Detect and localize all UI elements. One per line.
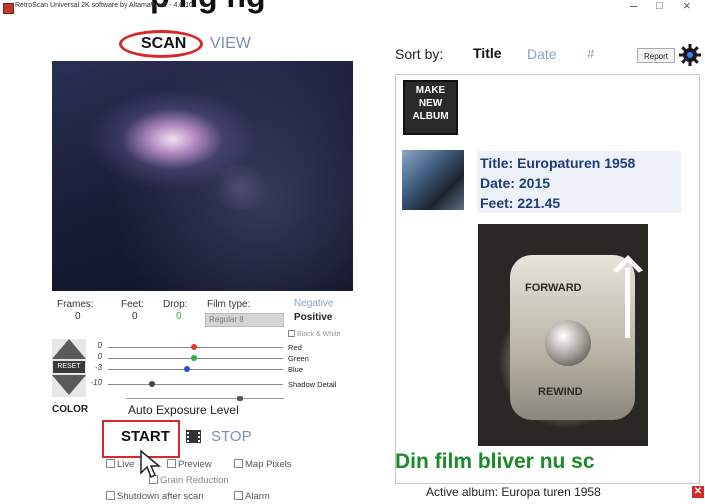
slider-label-blue: Blue [288, 365, 304, 374]
map-pixels-checkbox-label: Map Pixels [245, 459, 292, 470]
auto-exposure-label: Auto Exposure Level [128, 403, 239, 417]
minimize-button[interactable]: – [630, 0, 637, 13]
make-album-line2: NEW [418, 98, 443, 109]
sort-by-date[interactable]: Date [527, 46, 557, 62]
preview-checkbox[interactable]: Preview [167, 459, 212, 470]
filmtype-select[interactable]: Regular 8 [205, 313, 284, 327]
positive-option[interactable]: Positive [294, 312, 332, 323]
frames-label: Frames: [57, 299, 94, 310]
bw-checkbox[interactable]: Black & White [288, 330, 341, 338]
slider-label-green: Green [288, 354, 309, 363]
active-album-label: Active album: Europa turen 1958 [426, 485, 601, 499]
report-button[interactable]: Report [637, 48, 675, 63]
slider-value-green: 0 [97, 352, 102, 361]
close-button[interactable]: × [683, 0, 691, 13]
sort-label: Sort by: [395, 46, 444, 62]
preview-lens-flare [210, 165, 270, 210]
live-checkbox-label: Live [117, 459, 135, 470]
slider-track-shadow[interactable] [108, 384, 283, 385]
map-pixels-checkbox-box[interactable] [234, 459, 243, 468]
bw-checkbox-label: Black & White [297, 331, 341, 338]
bw-checkbox-box[interactable] [288, 330, 295, 337]
shutdown-checkbox-label: Shutdown after scan [117, 491, 204, 502]
arrow-up-icon[interactable] [52, 339, 86, 359]
album-info[interactable]: Title: Europaturen 1958 Date: 2015 Feet:… [477, 151, 681, 213]
forward-engraving: FORWARD [525, 282, 582, 294]
overlay-caption: Din film bliver nu sc [395, 450, 595, 473]
grain-reduction-checkbox-label: Grain Reduction [160, 475, 229, 486]
arrow-down-icon[interactable] [52, 375, 86, 395]
alarm-checkbox-label: Alarm [245, 491, 270, 502]
slider-track-blue[interactable] [108, 369, 283, 370]
film-icon-svg [186, 431, 201, 443]
shutdown-checkbox-box[interactable] [106, 491, 115, 500]
close-album-icon[interactable]: ✕ [692, 486, 704, 498]
mouse-cursor-icon [140, 449, 162, 479]
slider-value-blue: -3 [94, 363, 102, 372]
drop-value: 0 [176, 311, 182, 322]
slider-thumb-red[interactable] [190, 344, 197, 350]
shutdown-checkbox[interactable]: Shutdown after scan [106, 491, 204, 502]
sort-by-title[interactable]: Title [473, 45, 502, 61]
slider-thumb-green[interactable] [190, 355, 197, 361]
filmtype-label: Film type: [207, 299, 251, 310]
tab-scan[interactable]: SCAN [141, 35, 186, 53]
live-checkbox[interactable]: Live [106, 459, 134, 470]
slider-thumb-blue[interactable] [183, 366, 190, 372]
drop-label: Drop: [163, 299, 188, 310]
feet-value: 0 [132, 311, 138, 322]
feet-label: Feet: [121, 299, 144, 310]
preview-checkbox-box[interactable] [167, 459, 176, 468]
album-date: Date: 2015 [480, 175, 551, 191]
live-checkbox-box[interactable] [106, 459, 115, 468]
album-feet: Feet: 221.45 [480, 195, 561, 211]
make-album-line3: ALBUM [412, 111, 449, 122]
gear-icon-svg [679, 44, 701, 66]
slider-label-red: Red [288, 343, 302, 352]
start-button[interactable]: START [121, 428, 170, 445]
sort-by-number[interactable]: # [587, 46, 594, 61]
maximize-button[interactable]: □ [656, 0, 663, 12]
color-label: COLOR [52, 404, 89, 415]
negative-option[interactable]: Negative [294, 298, 333, 309]
scan-preview-image [52, 61, 353, 291]
gear-icon[interactable] [679, 44, 701, 70]
auto-exposure-thumb[interactable] [236, 396, 243, 401]
album-title: Title: Europaturen 1958 [480, 155, 636, 171]
switch-knob [545, 320, 591, 366]
preview-checkbox-label: Preview [178, 459, 212, 470]
album-thumbnail[interactable] [402, 150, 464, 210]
slider-thumb-shadow[interactable] [148, 381, 155, 387]
auto-exposure-track[interactable] [126, 398, 284, 399]
make-album-line1: MAKE [415, 85, 446, 96]
slider-label-shadow: Shadow Detail [288, 380, 337, 389]
alarm-checkbox[interactable]: Alarm [234, 491, 270, 502]
make-new-album-button[interactable]: MAKE NEW ALBUM [403, 80, 458, 135]
film-icon [186, 430, 201, 443]
app-icon [3, 3, 14, 14]
stop-button[interactable]: STOP [211, 428, 252, 445]
frames-value: 0 [75, 311, 81, 322]
alarm-checkbox-box[interactable] [234, 491, 243, 500]
map-pixels-checkbox[interactable]: Map Pixels [234, 459, 291, 470]
slider-value-red: 0 [97, 341, 102, 350]
window-title: RetroScan Universal 2K software by Altam… [15, 2, 193, 9]
slider-value-shadow: -10 [90, 378, 102, 387]
reset-button[interactable]: RESET [53, 361, 85, 373]
tab-view[interactable]: VIEW [210, 35, 251, 53]
up-arrow-shaft [625, 268, 630, 338]
rewind-engraving: REWIND [538, 386, 583, 398]
window-titlebar: RetroScan Universal 2K software by Altam… [0, 0, 705, 18]
